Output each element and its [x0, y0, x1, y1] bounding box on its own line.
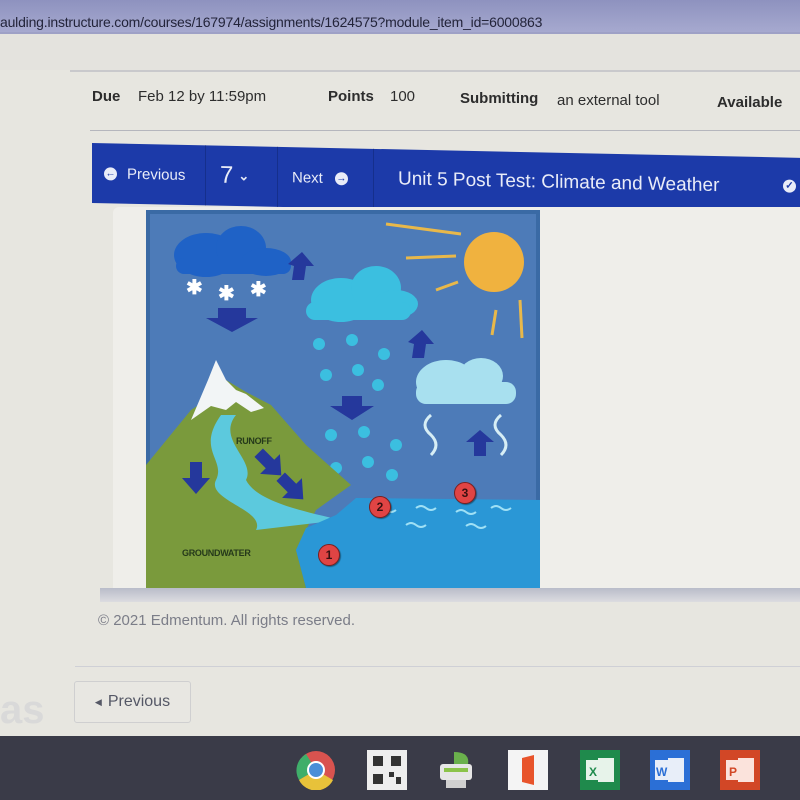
runoff-label: RUNOFF — [236, 436, 272, 446]
caret-left-icon: ◀ — [94, 696, 102, 707]
office-icon[interactable] — [508, 750, 548, 790]
marker-3[interactable]: 3 — [454, 482, 476, 504]
svg-text:W: W — [656, 765, 668, 779]
marker-1[interactable]: 1 — [318, 544, 340, 566]
powerpoint-icon[interactable]: P — [720, 750, 760, 790]
points-label: Points — [328, 88, 374, 105]
chevron-down-icon: ⌄ — [238, 168, 250, 184]
copyright-text: © 2021 Edmentum. All rights reserved. — [98, 612, 356, 629]
groundwater-label: GROUNDWATER — [182, 548, 251, 558]
assignment-meta: Due Feb 12 by 11:59pm Points 100 Submitt… — [92, 88, 800, 118]
water-cycle-diagram: ✱ ✱ ✱ RUNOFF GROUNDWATER 1 2 3 — [142, 206, 544, 592]
submitting-label: Submitting — [460, 90, 539, 107]
previous-page-button[interactable]: ◀ Previous — [74, 681, 191, 723]
available-label: Available — [717, 94, 783, 111]
marker-2[interactable]: 2 — [369, 496, 391, 518]
svg-text:X: X — [589, 765, 597, 779]
svg-text:✱: ✱ — [218, 283, 235, 305]
word-icon[interactable]: W — [650, 750, 690, 790]
sun-icon — [464, 232, 524, 292]
arrow-left-circle-icon: ← — [104, 166, 117, 181]
divider — [90, 130, 800, 131]
chrome-icon[interactable] — [296, 750, 336, 790]
due-value: Feb 12 by 11:59pm — [138, 88, 267, 105]
previous-label: Previous — [127, 165, 186, 184]
divider — [70, 70, 800, 72]
card-bottom-edge — [100, 588, 800, 602]
previous-button-label: Previous — [107, 693, 171, 710]
svg-text:✱: ✱ — [186, 277, 203, 299]
check-circle-icon[interactable]: ✓ — [783, 179, 796, 193]
page-header-band — [0, 34, 800, 70]
arrow-right-circle-icon: → — [334, 171, 348, 185]
url-text[interactable]: aulding.instructure.com/courses/167974/a… — [0, 14, 542, 30]
question-number: 7 — [220, 161, 234, 189]
svg-text:✱: ✱ — [250, 279, 267, 301]
printer-icon[interactable] — [436, 750, 476, 790]
taskbar: X W P — [0, 736, 800, 800]
question-number-dropdown[interactable]: 7 ⌄ — [206, 145, 278, 207]
due-label: Due — [92, 88, 121, 105]
svg-text:P: P — [729, 765, 737, 779]
excel-icon[interactable]: X — [580, 750, 620, 790]
browser-address-bar[interactable]: aulding.instructure.com/courses/167974/a… — [0, 0, 800, 34]
test-title-text: Unit 5 Post Test: Climate and Weather — [398, 168, 720, 197]
background-logo-ghost: as — [0, 688, 45, 732]
submitting-value: an external tool — [557, 92, 660, 109]
previous-question-button[interactable]: ← Previous — [92, 143, 206, 206]
next-label: Next — [292, 168, 323, 187]
next-question-button[interactable]: Next → — [278, 146, 374, 209]
qr-code-icon[interactable] — [367, 750, 407, 790]
water-cycle-illustration: ✱ ✱ ✱ — [142, 206, 544, 592]
divider — [75, 666, 800, 667]
points-value: 100 — [390, 88, 416, 105]
